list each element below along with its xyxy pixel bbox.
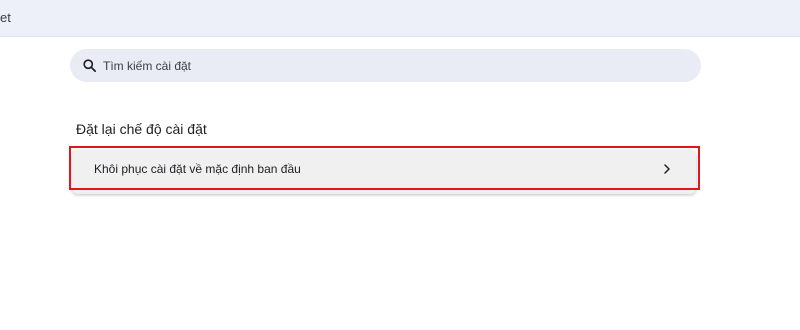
top-bar: et: [0, 0, 800, 37]
chevron-right-icon: [660, 162, 674, 176]
section-title: Đặt lại chế độ cài đặt: [76, 121, 207, 137]
search-icon: [81, 58, 97, 74]
settings-page: et Đặt lại chế độ cài đặt Khôi phục cài …: [0, 0, 800, 330]
search-box[interactable]: [70, 49, 701, 82]
top-bar-text: et: [0, 10, 11, 25]
restore-defaults-label: Khôi phục cài đặt về mặc định ban đầu: [94, 162, 301, 176]
restore-defaults-row[interactable]: Khôi phục cài đặt về mặc định ban đầu: [72, 150, 696, 188]
search-input[interactable]: [103, 58, 663, 73]
